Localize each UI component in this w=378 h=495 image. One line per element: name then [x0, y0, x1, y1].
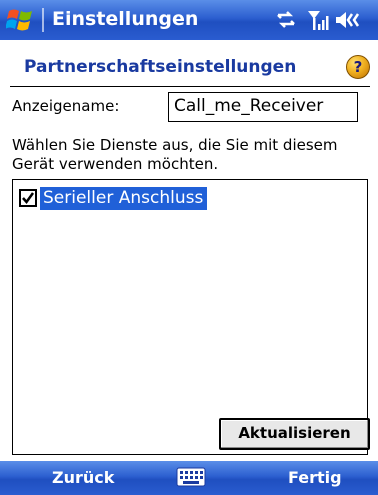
back-softkey[interactable]: Zurück: [52, 468, 114, 487]
sync-icon: [277, 11, 295, 28]
done-softkey[interactable]: Fertig: [288, 468, 342, 487]
header-divider: [10, 86, 370, 87]
speaker-icon: [336, 12, 360, 28]
app-title: Einstellungen: [52, 8, 199, 30]
title-bar: Einstellungen: [0, 0, 378, 40]
help-icon[interactable]: ?: [346, 55, 370, 79]
services-list[interactable]: Serieller Anschluss: [12, 179, 368, 455]
display-name-input[interactable]: Call_me_Receiver: [168, 92, 358, 122]
windows-start-icon[interactable]: [6, 6, 36, 34]
display-name-label: Anzeigename:: [12, 97, 120, 115]
update-button[interactable]: Aktualisieren: [219, 418, 370, 450]
keyboard-icon[interactable]: [176, 466, 206, 488]
services-description: Wählen Sie Dienste aus, die Sie mit dies…: [12, 136, 338, 173]
service-checkbox[interactable]: [19, 189, 37, 207]
service-label[interactable]: Serieller Anschluss: [40, 186, 208, 210]
title-separator: [42, 8, 44, 32]
signal-icon: [308, 11, 329, 30]
status-icons[interactable]: [276, 6, 372, 34]
list-item[interactable]: Serieller Anschluss: [19, 186, 208, 210]
page-title: Partnerschaftseinstellungen: [24, 57, 297, 77]
checkmark-icon: [22, 192, 35, 205]
